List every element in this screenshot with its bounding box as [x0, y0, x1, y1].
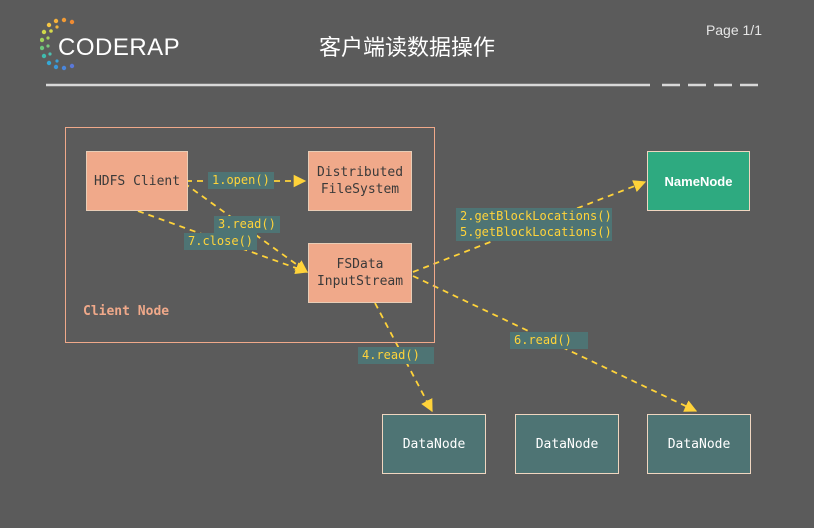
namenode-box: NameNode: [647, 151, 750, 211]
edge-label-read3: 3.read(): [214, 216, 280, 233]
edge-label-read6: 6.read(): [510, 332, 588, 349]
edge-label-close: 7.close(): [184, 233, 258, 250]
hdfs-client-box: HDFS Client: [86, 151, 188, 211]
client-node-label: Client Node: [83, 304, 170, 319]
datanode-box-1: DataNode: [382, 414, 486, 474]
fsdata-inputstream-box: FSData InputStream: [308, 243, 412, 303]
edge-label-read4: 4.read(): [358, 347, 434, 364]
distributed-filesystem-box: Distributed FileSystem: [308, 151, 412, 211]
edge-label-getblock-5: 5.getBlockLocations(): [456, 224, 612, 241]
edge-label-getblock-2: 2.getBlockLocations(): [456, 208, 612, 225]
datanode-box-3: DataNode: [647, 414, 751, 474]
datanode-box-2: DataNode: [515, 414, 619, 474]
edge-label-open: 1.open(): [208, 172, 274, 189]
